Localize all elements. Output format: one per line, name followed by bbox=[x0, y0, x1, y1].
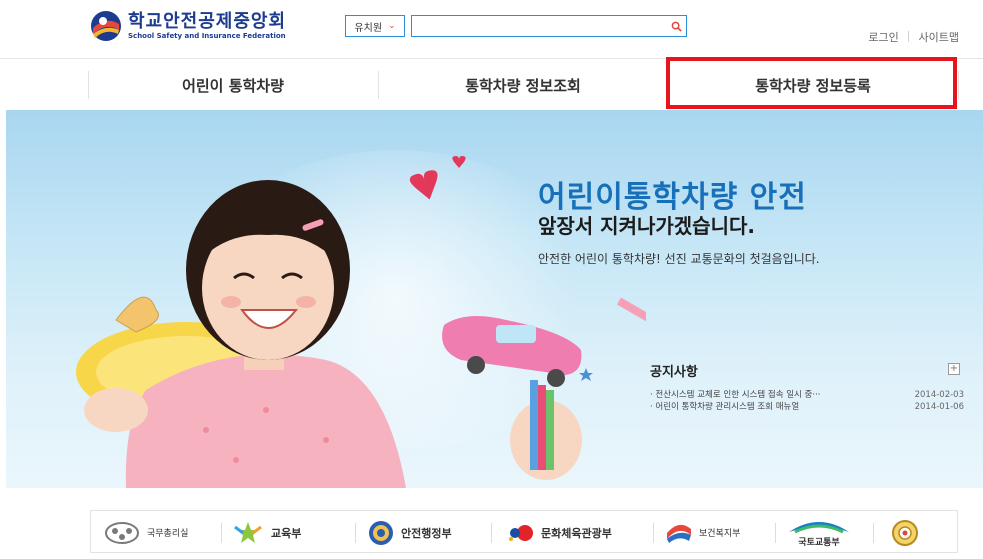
police-emblem-icon bbox=[892, 519, 918, 546]
notice-item-title: · 어린이 통학차량 관리시스템 조회 매뉴얼 bbox=[650, 402, 800, 412]
sitemap-link[interactable]: 사이트맵 bbox=[919, 29, 959, 45]
site-logo[interactable]: 학교안전공제중앙회 School Safety and Insurance Fe… bbox=[90, 9, 286, 43]
highlight-box bbox=[666, 57, 957, 109]
search-icon bbox=[671, 21, 682, 32]
notice-more-button[interactable]: + bbox=[948, 363, 960, 375]
footer-logo-health[interactable]: 보건복지부 bbox=[665, 511, 740, 554]
child-illustration bbox=[76, 156, 646, 488]
notice-item-date: 2014-02-03 bbox=[914, 390, 964, 400]
nav-item-kids-vehicle[interactable]: 어린이 통학차량 bbox=[88, 59, 378, 111]
search-bar: 유치원 ⌄ bbox=[345, 15, 687, 37]
banner-tagline: 안전한 어린이 통학차량! 선진 교통문화의 첫걸음입니다. bbox=[538, 252, 820, 266]
nav-item-vehicle-lookup[interactable]: 통학차량 정보조회 bbox=[378, 59, 668, 111]
notice-list: · 전산시스템 교체로 인한 시스템 접속 일시 중··· 2014-02-03… bbox=[650, 389, 964, 413]
footer-logo-label: 교육부 bbox=[271, 526, 302, 540]
federation-logo-icon bbox=[90, 10, 122, 42]
footer-logo-police[interactable] bbox=[891, 511, 925, 554]
education-ministry-icon bbox=[234, 521, 262, 543]
health-welfare-icon bbox=[667, 524, 691, 543]
nav-divider bbox=[958, 71, 959, 99]
chevron-down-icon: ⌄ bbox=[388, 21, 396, 31]
footer-logo-label: 국무총리실 bbox=[147, 529, 189, 539]
footer-logo-pmo[interactable]: 국무총리실 bbox=[103, 511, 188, 554]
notice-title: 공지사항 bbox=[650, 365, 698, 380]
footer-logo-education[interactable]: 교육부 bbox=[231, 511, 301, 554]
footer-logo-label: 문화체육관광부 bbox=[541, 526, 612, 540]
site-header: 학교안전공제중앙회 School Safety and Insurance Fe… bbox=[0, 0, 983, 58]
search-category-select[interactable]: 유치원 ⌄ bbox=[345, 15, 405, 37]
notice-item-date: 2014-01-06 bbox=[914, 402, 964, 412]
land-transport-icon bbox=[789, 521, 849, 533]
footer-logo-land-transport[interactable]: 국토교통부 bbox=[787, 511, 851, 554]
utility-divider: | bbox=[906, 29, 911, 42]
pmo-icon bbox=[105, 521, 139, 544]
hero-banner: 어린이통학차량 안전 앞장서 지켜나가겠습니다. 안전한 어린이 통학차량! 선… bbox=[6, 110, 983, 488]
footer-logo-label: 국토교통부 bbox=[798, 537, 840, 548]
search-input[interactable] bbox=[411, 15, 667, 37]
login-link[interactable]: 로그인 bbox=[868, 29, 898, 45]
culture-ministry-icon bbox=[509, 524, 533, 541]
notice-item-title: · 전산시스템 교체로 인한 시스템 접속 일시 중··· bbox=[650, 390, 821, 400]
search-button[interactable] bbox=[667, 15, 687, 37]
banner-subhead: 앞장서 지켜나가겠습니다. bbox=[538, 214, 755, 238]
logo-subtitle: School Safety and Insurance Federation bbox=[128, 31, 286, 40]
footer-logo-security-admin[interactable]: 안전행정부 bbox=[367, 511, 452, 554]
logo-title: 학교안전공제중앙회 bbox=[128, 10, 287, 32]
security-admin-icon bbox=[369, 520, 393, 545]
search-category-value: 유치원 bbox=[354, 22, 383, 34]
related-sites-bar: 국무총리실 교육부 안전행정부 문화체육관광부 보건복지부 국토교통부 bbox=[90, 510, 958, 553]
utility-links: 로그인 | 사이트맵 bbox=[868, 29, 959, 45]
footer-logo-label: 보건복지부 bbox=[699, 529, 741, 539]
notice-panel: 공지사항 + · 전산시스템 교체로 인한 시스템 접속 일시 중··· 201… bbox=[650, 361, 964, 413]
footer-logo-label: 안전행정부 bbox=[401, 526, 452, 540]
notice-item[interactable]: · 어린이 통학차량 관리시스템 조회 매뉴얼 2014-01-06 bbox=[650, 401, 964, 413]
notice-item[interactable]: · 전산시스템 교체로 인한 시스템 접속 일시 중··· 2014-02-03 bbox=[650, 389, 964, 401]
footer-logo-culture[interactable]: 문화체육관광부 bbox=[507, 511, 612, 554]
